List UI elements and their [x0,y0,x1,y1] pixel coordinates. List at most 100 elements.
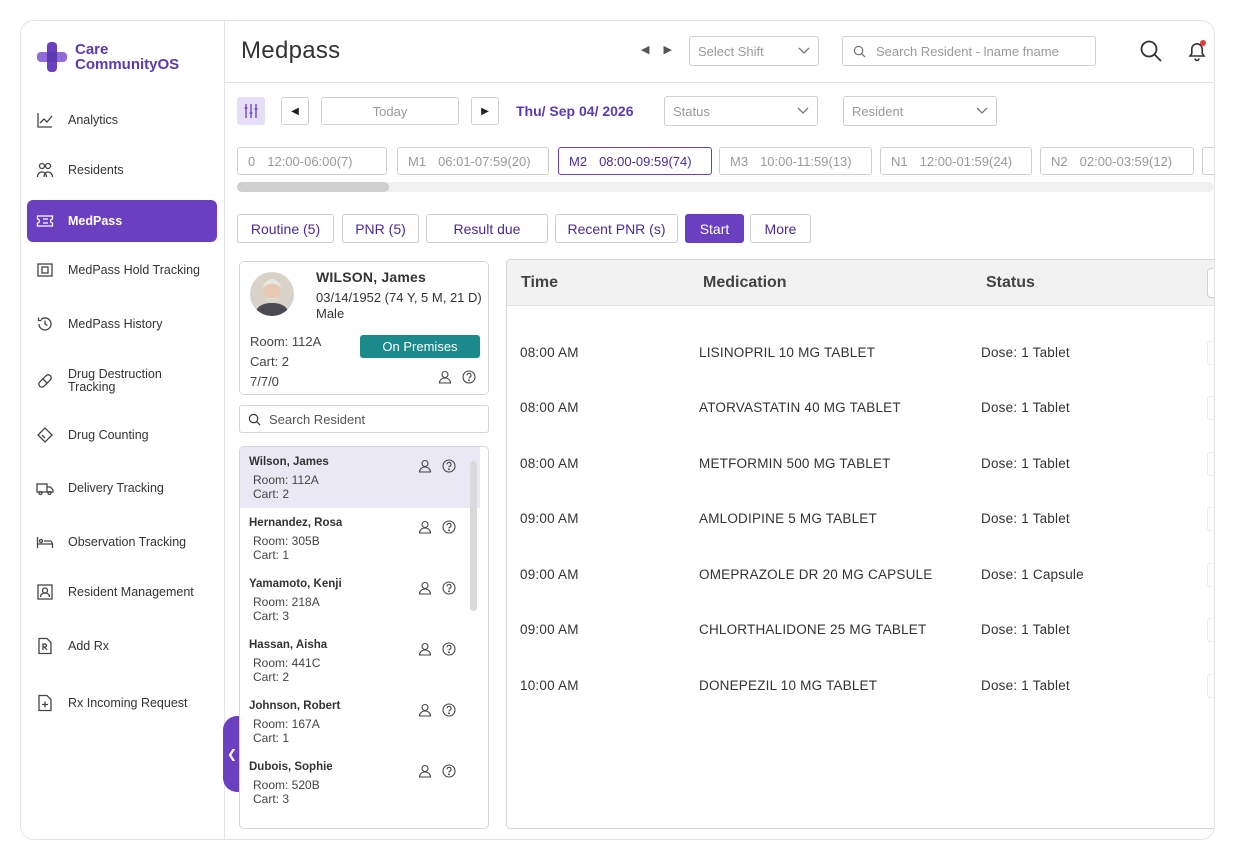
row-action-stub[interactable] [1207,507,1214,531]
list-item-room: Room: 441C [253,656,321,670]
pnr-button[interactable]: PNR (5) [342,214,419,243]
sidebar-item-resident-management[interactable]: Resident Management [27,571,217,613]
prev-day-icon: ◀ [291,105,299,117]
person-icon[interactable] [418,581,432,595]
slot-m1[interactable]: M1 06:01-07:59(20) [397,147,549,175]
shift-select[interactable]: Select Shift [689,36,819,66]
resident-search-input[interactable]: Search Resident [239,405,489,433]
row-action-stub[interactable] [1207,452,1214,476]
person-icon[interactable] [438,370,452,384]
app-window: Care CommunityOS Analytics Residents Med… [20,20,1215,840]
bell-icon[interactable] [1185,39,1209,63]
table-row[interactable]: 08:00 AM ATORVASTATIN 40 MG TABLET Dose:… [507,381,1214,436]
sidebar-item-label: Drug Counting [68,427,149,442]
slot-scrollbar[interactable] [237,182,1214,192]
more-button[interactable]: More [750,214,811,243]
sidebar-item-drug-counting[interactable]: Drug Counting [27,414,217,456]
row-action-stub[interactable] [1207,563,1214,587]
list-item[interactable]: Dubois, Sophie Room: 520B Cart: 3 [240,752,480,813]
filter-button[interactable] [237,97,265,125]
table-row[interactable]: 08:00 AM METFORMIN 500 MG TABLET Dose: 1… [507,437,1214,492]
person-icon[interactable] [418,520,432,534]
prev-day-button[interactable]: ◀ [281,97,309,125]
cell-status: Dose: 1 Tablet [981,511,1070,526]
next-day-button[interactable]: ▶ [471,97,499,125]
person-icon[interactable] [418,459,432,473]
start-button[interactable]: Start [685,214,744,243]
search-icon[interactable] [1139,39,1163,63]
cell-medication: LISINOPRIL 10 MG TABLET [699,345,876,360]
slot-0[interactable]: 0 12:00-06:00(7) [237,147,387,175]
help-icon[interactable] [442,459,456,473]
cell-status: Dose: 1 Tablet [981,345,1070,360]
cell-time: 08:00 AM [520,456,579,471]
list-item-name: Hassan, Aisha [249,639,328,651]
search-icon [248,413,261,425]
list-item-actions [418,581,456,595]
sidebar-item-delivery-tracking[interactable]: Delivery Tracking [27,467,217,509]
recent-pnr-button[interactable]: Recent PNR (s) [555,214,678,243]
help-icon[interactable] [442,642,456,656]
list-item[interactable]: Yamamoto, Kenji Room: 218A Cart: 3 [240,569,480,630]
routine-button[interactable]: Routine (5) [237,214,334,243]
slot-n1[interactable]: N1 12:00-01:59(24) [880,147,1032,175]
slot-next-partial[interactable] [1202,147,1214,175]
sidebar-item-medpass-hold-tracking[interactable]: MedPass Hold Tracking [27,249,217,291]
header-action-stub[interactable] [1207,268,1214,298]
truck-icon [36,479,54,497]
slot-n2[interactable]: N2 02:00-03:59(12) [1040,147,1194,175]
shift-select-placeholder: Select Shift [698,43,764,59]
slot-m2[interactable]: M2 08:00-09:59(74) [558,147,712,175]
slot-code: 0 [248,153,256,169]
sidebar-item-add-rx[interactable]: Add Rx [27,625,217,667]
list-item[interactable]: Johnson, Robert Room: 167A Cart: 1 [240,691,480,752]
slot-m3[interactable]: M3 10:00-11:59(13) [719,147,872,175]
table-row[interactable]: 10:00 AM DONEPEZIL 10 MG TABLET Dose: 1 … [507,659,1214,714]
list-item[interactable]: Wilson, James Room: 112A Cart: 2 [240,447,480,508]
person-icon[interactable] [418,642,432,656]
selected-resident-card: WILSON, James 03/14/1952 (74 Y, 5 M, 21 … [239,261,489,395]
sidebar-item-drug-destruction-tracking[interactable]: Drug Destruction Tracking [27,360,217,402]
sidebar-item-observation-tracking[interactable]: Observation Tracking [27,521,217,563]
sidebar-item-rx-incoming-request[interactable]: Rx Incoming Request [27,682,217,724]
sidebar-item-medpass-history[interactable]: MedPass History [27,303,217,345]
row-action-stub[interactable] [1207,396,1214,420]
row-action-stub[interactable] [1207,674,1214,698]
list-item-room: Room: 305B [253,534,320,548]
brand-logo[interactable]: Care CommunityOS [35,37,179,77]
result-due-button[interactable]: Result due [426,214,548,243]
sidebar-item-label: Add Rx [68,638,109,653]
help-icon[interactable] [462,370,476,384]
table-row[interactable]: 09:00 AM CHLORTHALIDONE 25 MG TABLET Dos… [507,603,1214,658]
list-item-actions [418,642,456,656]
person-card-icon [36,583,54,601]
resident-list-scrollbar[interactable] [470,461,477,611]
resident-select[interactable]: Resident [843,96,997,126]
slot-scrollbar-thumb[interactable] [237,182,389,192]
sidebar-item-residents[interactable]: Residents [27,149,217,191]
list-item[interactable]: Hassan, Aisha Room: 441C Cart: 2 [240,630,480,691]
today-button[interactable]: Today [321,97,459,125]
person-icon[interactable] [418,764,432,778]
status-select[interactable]: Status [664,96,818,126]
table-row[interactable]: 08:00 AM LISINOPRIL 10 MG TABLET Dose: 1… [507,326,1214,381]
top-header: Medpass ◀ ▶ Select Shift Search Resident… [225,21,1214,83]
sidebar-item-medpass[interactable]: MedPass [27,200,217,242]
person-icon[interactable] [418,703,432,717]
list-item[interactable]: Hernandez, Rosa Room: 305B Cart: 1 [240,508,480,569]
help-icon[interactable] [442,520,456,534]
help-icon[interactable] [442,703,456,717]
header-search-input[interactable]: Search Resident - lname fname [842,36,1096,66]
help-icon[interactable] [442,581,456,595]
prev-shift-icon[interactable]: ◀ [641,43,649,56]
row-action-stub[interactable] [1207,618,1214,642]
table-row[interactable]: 09:00 AM OMEPRAZOLE DR 20 MG CAPSULE Dos… [507,548,1214,603]
resident-room: Room: 112A [250,334,322,349]
list-item-name: Hernandez, Rosa [249,517,343,529]
help-icon[interactable] [442,764,456,778]
sidebar-item-analytics[interactable]: Analytics [27,99,217,141]
cell-status: Dose: 1 Capsule [981,567,1084,582]
next-shift-icon[interactable]: ▶ [663,43,671,56]
row-action-stub[interactable] [1207,341,1214,365]
table-row[interactable]: 09:00 AM AMLODIPINE 5 MG TABLET Dose: 1 … [507,492,1214,547]
